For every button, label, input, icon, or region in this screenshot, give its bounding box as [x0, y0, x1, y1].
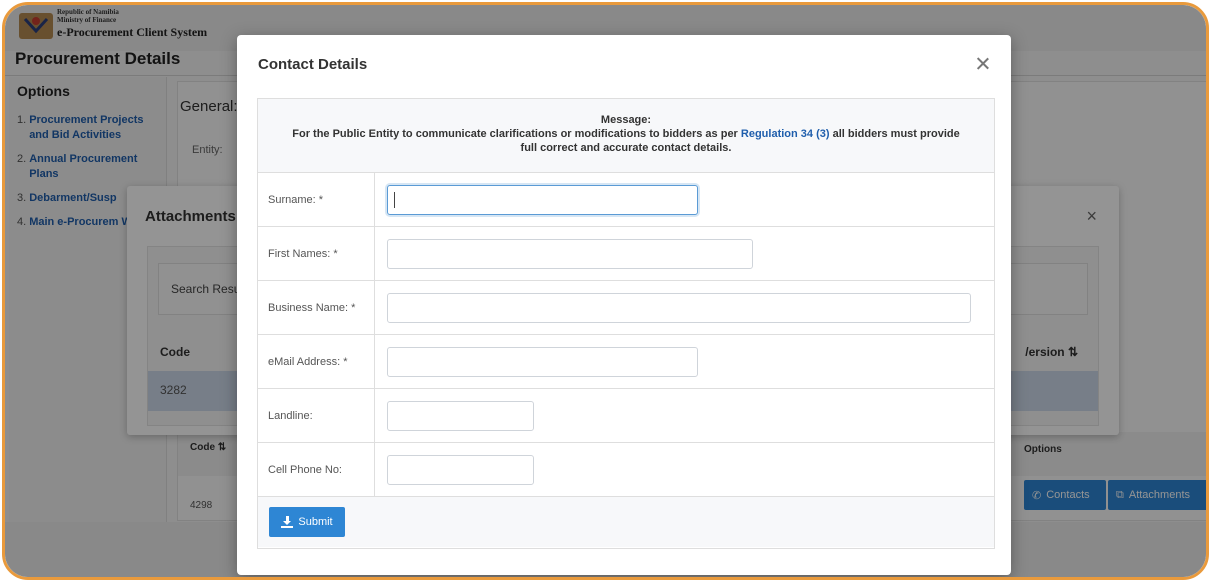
first-names-input[interactable] — [387, 238, 753, 269]
message-text-after: all bidders must provide — [829, 128, 960, 140]
screenshot-frame: Republic of Namibia Ministry of Finance … — [2, 2, 1209, 580]
contact-details-modal: Contact Details Message: For the Public … — [237, 35, 1011, 575]
email-input[interactable] — [387, 346, 698, 377]
first-names-row: First Names: * — [258, 227, 994, 281]
cell-phone-row: Cell Phone No: — [258, 443, 994, 497]
cell-phone-input[interactable] — [387, 454, 534, 485]
close-icon[interactable] — [974, 55, 992, 73]
download-icon — [281, 516, 294, 528]
business-name-label: Business Name: * — [258, 281, 375, 334]
landline-input[interactable] — [387, 400, 534, 431]
message-panel: Message: For the Public Entity to commun… — [258, 99, 994, 173]
message-text: For the Public Entity to communicate cla… — [292, 128, 741, 140]
email-label: eMail Address: * — [258, 335, 375, 388]
landline-label: Landline: — [258, 389, 375, 442]
text-cursor — [394, 191, 395, 208]
email-row: eMail Address: * — [258, 335, 994, 389]
business-name-row: Business Name: * — [258, 281, 994, 335]
first-names-label: First Names: * — [258, 227, 375, 280]
regulation-link[interactable]: Regulation 34 (3) — [741, 128, 830, 140]
modal-title: Contact Details — [258, 56, 368, 73]
submit-row: Submit — [258, 497, 994, 547]
submit-button[interactable]: Submit — [269, 507, 345, 537]
surname-label: Surname: * — [258, 173, 375, 226]
business-name-input[interactable] — [387, 292, 971, 323]
message-line2: full correct and accurate contact detail… — [520, 142, 732, 154]
message-heading: Message: — [600, 114, 652, 126]
surname-input[interactable] — [387, 184, 698, 215]
message-line1: For the Public Entity to communicate cla… — [258, 127, 994, 141]
surname-row: Surname: * — [258, 173, 994, 227]
contact-form: Message: For the Public Entity to commun… — [257, 98, 995, 549]
cell-phone-label: Cell Phone No: — [258, 443, 375, 496]
submit-button-label: Submit — [298, 516, 333, 528]
landline-row: Landline: — [258, 389, 994, 443]
